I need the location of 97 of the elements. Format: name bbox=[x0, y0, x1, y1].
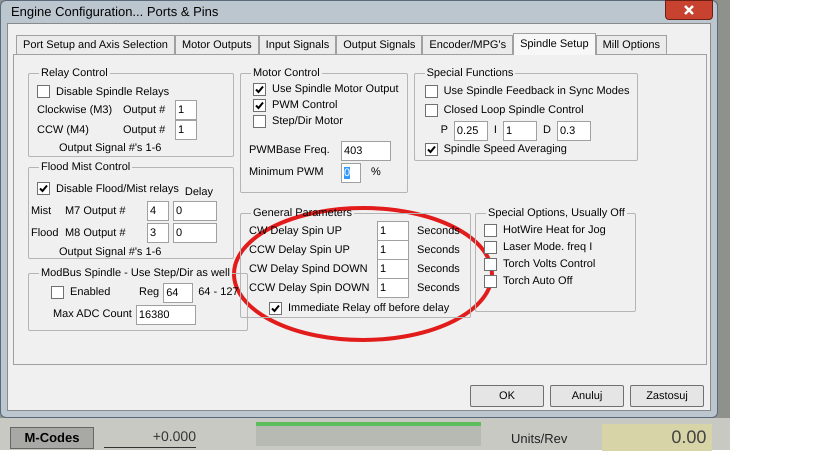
label: M8 Output # bbox=[65, 226, 127, 241]
label: Clockwise (M3) bbox=[37, 102, 114, 118]
label: Reg bbox=[139, 285, 160, 300]
checkbox[interactable] bbox=[51, 286, 64, 299]
label: D bbox=[542, 123, 551, 138]
input-field[interactable]: 0 bbox=[173, 201, 217, 221]
label: Output # bbox=[123, 122, 166, 138]
dialog-button[interactable]: Anuluj bbox=[550, 385, 624, 407]
input-field[interactable]: 16380 bbox=[136, 304, 196, 324]
note: Output Signal #'s 1-6 bbox=[59, 141, 162, 156]
label: Minimum PWM bbox=[249, 165, 325, 180]
label: P bbox=[440, 123, 448, 138]
checkmark-icon bbox=[39, 184, 48, 194]
checkbox-label: Laser Mode. freq I bbox=[503, 240, 592, 255]
input-field[interactable]: 64 bbox=[163, 282, 194, 302]
input-field[interactable]: 1 bbox=[175, 100, 197, 120]
checkbox[interactable] bbox=[484, 224, 497, 236]
checkbox-label: Torch Auto Off bbox=[503, 274, 573, 289]
input-field[interactable]: 403 bbox=[341, 140, 391, 160]
input-field[interactable]: 4 bbox=[147, 201, 169, 221]
dialog-button[interactable]: OK bbox=[470, 385, 544, 407]
label: Max ADC Count bbox=[53, 307, 132, 322]
input-field[interactable]: 1 bbox=[175, 120, 197, 140]
checkbox-label: Torch Volts Control bbox=[503, 256, 596, 272]
checkbox-label: Spindle Speed Averaging bbox=[444, 142, 567, 158]
checkbox[interactable] bbox=[424, 104, 438, 116]
label: PWMBase Freq. bbox=[249, 143, 331, 158]
group-title: Flood Mist Control bbox=[40, 160, 132, 175]
label: Flood bbox=[31, 226, 60, 241]
input-field[interactable]: 0.25 bbox=[454, 120, 488, 140]
group-title: Special Options, Usually Off bbox=[487, 206, 626, 221]
unit: Seconds bbox=[417, 262, 460, 277]
checkbox[interactable] bbox=[424, 143, 438, 156]
value-readout: +0.000 bbox=[104, 426, 196, 448]
checkbox[interactable] bbox=[37, 85, 50, 98]
checkbox[interactable] bbox=[484, 274, 497, 288]
label: Output # bbox=[123, 102, 166, 118]
checkbox[interactable] bbox=[37, 182, 50, 196]
label: Delay bbox=[184, 184, 213, 200]
label: CCW Delay Spin DOWN bbox=[249, 280, 370, 296]
tab[interactable]: Encoder/MPG's bbox=[422, 35, 514, 54]
checkmark-icon bbox=[426, 145, 436, 154]
close-button[interactable] bbox=[665, 0, 713, 20]
checkbox-label: Closed Loop Spindle Control bbox=[444, 102, 584, 118]
label: CCW (M4) bbox=[37, 122, 90, 138]
units-readout: 0.00 bbox=[602, 424, 712, 450]
unit: Seconds bbox=[417, 242, 460, 258]
checkbox-label: Step/Dir Motor bbox=[272, 114, 343, 130]
tab[interactable]: Spindle Setup bbox=[513, 33, 596, 55]
checkbox-label: PWM Control bbox=[272, 98, 338, 114]
tab[interactable]: Output Signals bbox=[336, 35, 422, 54]
checkbox-label: Use Spindle Feedback in Sync Modes bbox=[444, 84, 630, 99]
label: Mist bbox=[31, 204, 52, 219]
checkbox-label: Use Spindle Motor Output bbox=[272, 82, 399, 98]
close-icon bbox=[683, 4, 695, 16]
checkbox[interactable] bbox=[253, 83, 266, 96]
input-field[interactable]: 1 bbox=[377, 221, 409, 241]
tab[interactable]: Mill Options bbox=[596, 35, 668, 54]
checkbox[interactable] bbox=[269, 302, 282, 315]
m-codes-button[interactable]: M-Codes bbox=[10, 427, 94, 449]
label: CW Delay Spind DOWN bbox=[249, 262, 369, 277]
input-field[interactable]: 3 bbox=[147, 223, 169, 243]
checkmark-icon bbox=[271, 304, 280, 313]
unit: % bbox=[371, 165, 381, 180]
checkbox[interactable] bbox=[484, 240, 497, 254]
unit: Seconds bbox=[417, 280, 460, 296]
input-field[interactable]: 1 bbox=[502, 120, 537, 140]
checkbox[interactable] bbox=[424, 84, 438, 98]
checkbox[interactable] bbox=[253, 99, 266, 112]
tab[interactable]: Port Setup and Axis Selection bbox=[16, 35, 175, 54]
checkbox[interactable] bbox=[253, 115, 266, 128]
note: Output Signal #'s 1-6 bbox=[59, 245, 162, 260]
checkbox-label: Disable Flood/Mist relays bbox=[56, 182, 179, 196]
dialog-button[interactable]: Zastosuj bbox=[630, 385, 704, 407]
group-title: Special Functions bbox=[426, 66, 514, 81]
window-title: Engine Configuration... Ports & Pins bbox=[11, 3, 218, 22]
units-label: Units/Rev bbox=[511, 430, 568, 448]
checkbox-label: HotWire Heat for Jog bbox=[503, 222, 606, 238]
unit: Seconds bbox=[417, 224, 460, 239]
input-field[interactable]: 1 bbox=[377, 278, 409, 298]
label: 64 - 127 bbox=[198, 285, 239, 300]
checkbox-label: Immediate Relay off before delay bbox=[288, 301, 450, 316]
input-field[interactable]: 1 bbox=[377, 240, 409, 260]
checkbox-label: Enabled bbox=[70, 285, 110, 300]
label: M7 Output # bbox=[65, 204, 127, 219]
tab[interactable]: Input Signals bbox=[258, 35, 336, 54]
input-field[interactable]: 1 bbox=[377, 259, 409, 279]
group-title: Relay Control bbox=[40, 66, 109, 81]
label: CCW Delay Spin UP bbox=[249, 242, 351, 258]
input-field[interactable]: 0.3 bbox=[556, 120, 591, 140]
tab[interactable]: Motor Outputs bbox=[174, 35, 259, 54]
group-title: Motor Control bbox=[252, 66, 321, 81]
label: I bbox=[494, 123, 497, 138]
group-title: ModBus Spindle - Use Step/Dir as well bbox=[40, 266, 231, 281]
input-field[interactable]: 0 bbox=[173, 223, 217, 243]
checkbox-label: Disable Spindle Relays bbox=[56, 84, 170, 100]
checkbox[interactable] bbox=[484, 258, 497, 270]
